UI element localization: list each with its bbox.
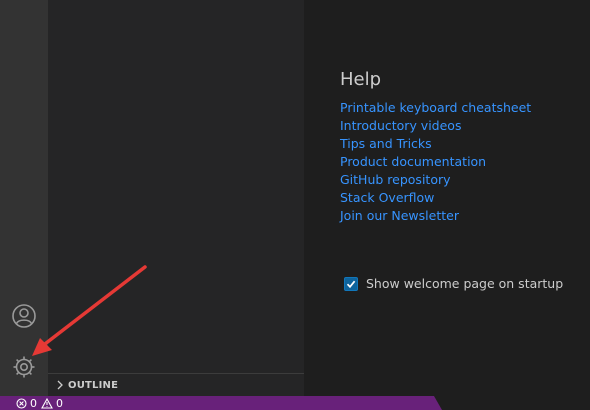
help-links-list: Printable keyboard cheatsheet Introducto… <box>340 99 531 225</box>
chevron-right-icon <box>52 380 68 390</box>
help-heading: Help <box>340 69 382 90</box>
outline-label: OUTLINE <box>68 379 119 391</box>
status-bar: 0 0 <box>0 396 590 410</box>
link-newsletter[interactable]: Join our Newsletter <box>340 207 531 225</box>
manage-button[interactable] <box>0 344 48 390</box>
activity-bar <box>0 0 48 396</box>
show-on-startup-label: Show welcome page on startup <box>366 276 564 291</box>
welcome-editor: Help Printable keyboard cheatsheet Intro… <box>304 0 590 396</box>
accounts-icon <box>12 304 36 328</box>
checkmark-icon <box>346 280 356 288</box>
show-on-startup-checkbox[interactable] <box>344 276 358 291</box>
link-github-repository[interactable]: GitHub repository <box>340 171 531 189</box>
link-stack-overflow[interactable]: Stack Overflow <box>340 189 531 207</box>
errors-count: 0 <box>30 396 37 410</box>
sidebar: OUTLINE <box>48 0 304 396</box>
show-on-startup-row: Show welcome page on startup <box>344 276 563 291</box>
problems-status-item[interactable]: 0 0 <box>0 396 442 410</box>
warnings-count: 0 <box>56 396 63 410</box>
link-keyboard-cheatsheet[interactable]: Printable keyboard cheatsheet <box>340 99 531 117</box>
link-tips-and-tricks[interactable]: Tips and Tricks <box>340 135 531 153</box>
link-introductory-videos[interactable]: Introductory videos <box>340 117 531 135</box>
gear-icon <box>13 356 35 378</box>
outline-section-header[interactable]: OUTLINE <box>48 373 304 396</box>
warning-icon <box>41 397 53 409</box>
accounts-button[interactable] <box>0 293 48 339</box>
error-icon <box>16 397 27 409</box>
link-product-documentation[interactable]: Product documentation <box>340 153 531 171</box>
